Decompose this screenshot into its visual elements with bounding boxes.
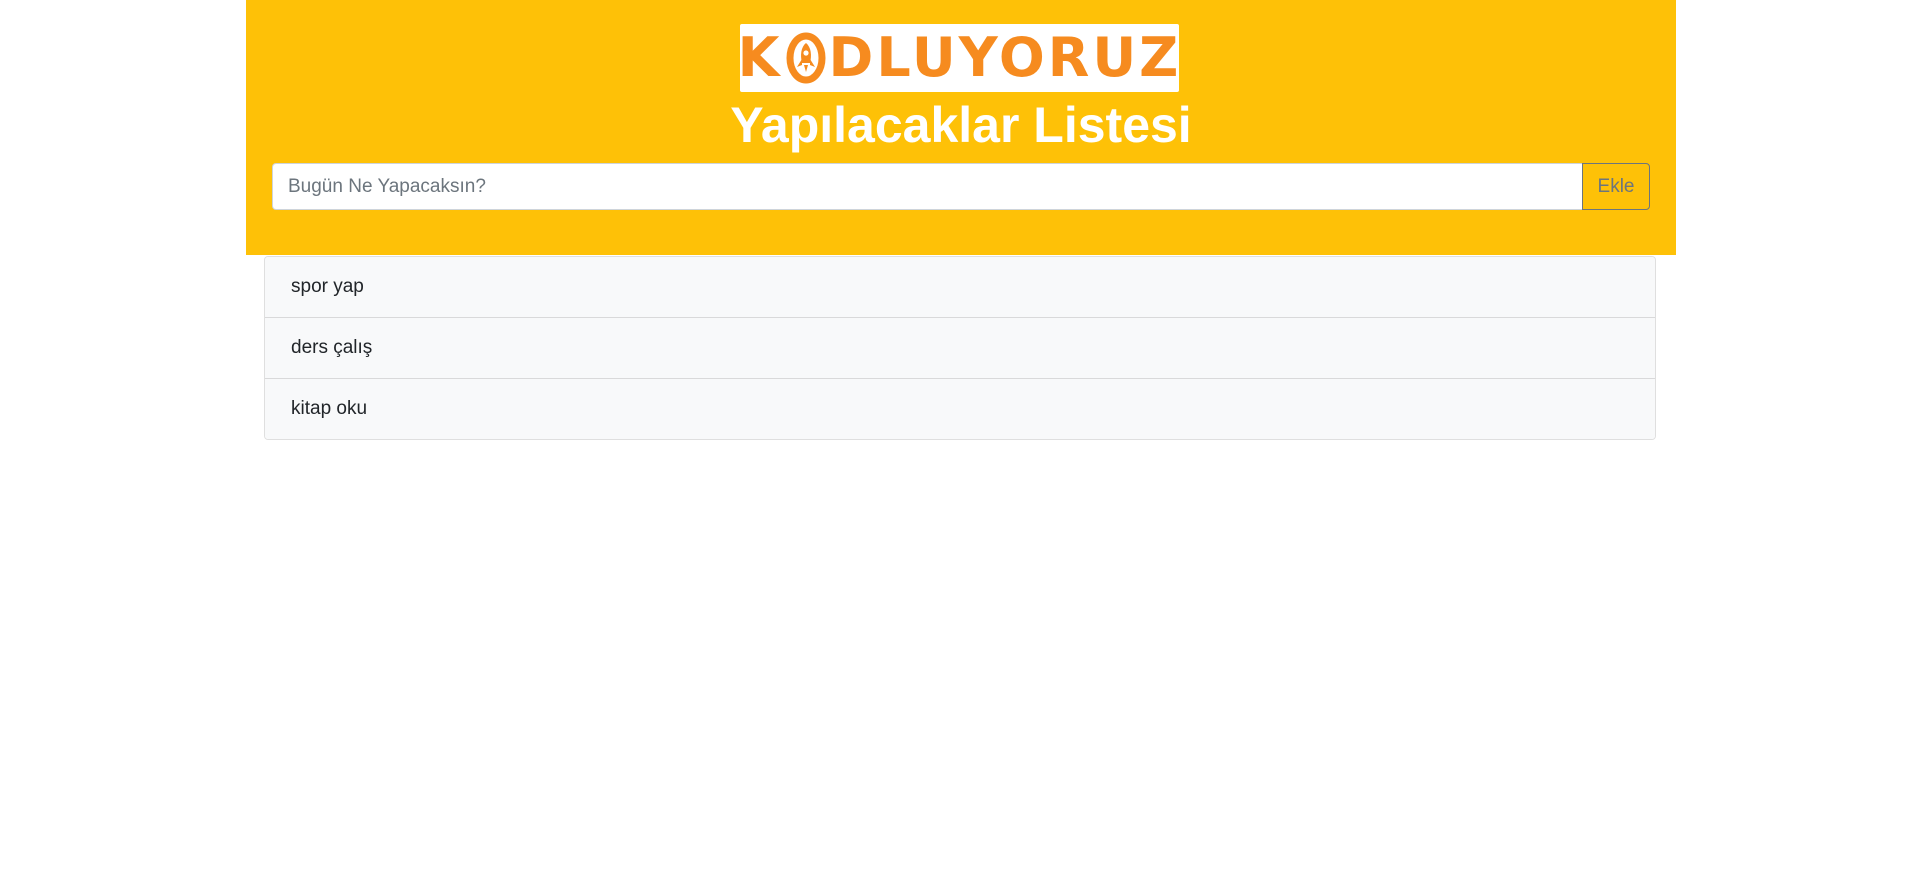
task-form: Ekle <box>272 163 1650 210</box>
logo-text-start: K <box>737 26 783 89</box>
task-label: kitap oku <box>291 398 368 419</box>
task-label: ders çalış <box>291 337 373 358</box>
kodluyoruz-logo: K DLUYORUZ <box>738 24 1182 92</box>
add-task-button[interactable]: Ekle <box>1582 163 1650 210</box>
task-item[interactable]: ders çalış <box>265 318 1655 379</box>
header: K DLUYORUZ Yapılacaklar Listesi Ekle <box>246 0 1676 255</box>
page-title: Yapılacaklar Listesi <box>730 97 1192 153</box>
rocket-o-icon <box>786 31 826 85</box>
task-label: spor yap <box>291 276 364 297</box>
task-list: spor yap ders çalış kitap oku <box>264 256 1656 440</box>
logo-text-end: DLUYORUZ <box>828 26 1182 89</box>
task-item[interactable]: kitap oku <box>265 379 1655 439</box>
task-input[interactable] <box>272 163 1582 210</box>
task-item[interactable]: spor yap <box>265 257 1655 318</box>
logo-wordmark: K DLUYORUZ <box>738 31 1182 85</box>
